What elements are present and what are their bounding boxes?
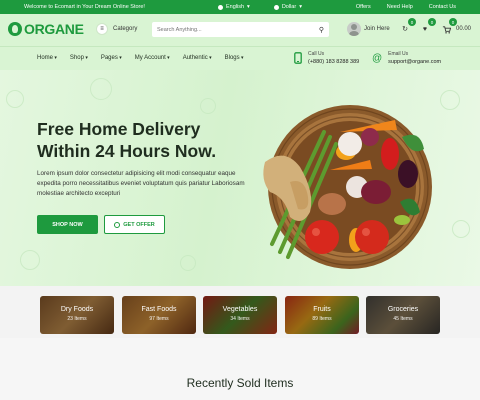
dollar-icon	[273, 4, 279, 10]
nav-shop[interactable]: Shop	[70, 55, 88, 61]
category-name: Vegetables	[222, 306, 258, 313]
category-card-fast-foods[interactable]: Fast Foods 97 Items	[122, 296, 196, 334]
category-count: 89 Items	[312, 316, 332, 322]
cart-badge: 0	[449, 18, 457, 26]
compare-icon[interactable]: ↻ 0	[399, 18, 416, 35]
category-card-dry-foods[interactable]: Dry Foods 23 Items	[40, 296, 114, 334]
category-count: 97 Items	[149, 316, 169, 322]
hero-title: Free Home Delivery Within 24 Hours Now.	[37, 119, 217, 161]
cart-icon[interactable]: 0	[440, 18, 457, 35]
nav-my-account[interactable]: My Account	[135, 55, 170, 61]
recently-sold-section: Recently Sold Items	[0, 338, 480, 400]
category-name: Fruits	[313, 306, 331, 313]
top-bar: Welcome to Ecomart in Your Dream Online …	[0, 0, 480, 14]
category-card-fruits[interactable]: Fruits 89 Items	[285, 296, 359, 334]
wishlist-badge: 0	[428, 18, 436, 26]
decor-doodle	[6, 90, 24, 108]
decor-doodle	[20, 250, 40, 270]
call-info[interactable]: Call Us (+880) 183 8288 389	[294, 51, 359, 65]
search-input[interactable]	[157, 26, 319, 33]
category-count: 34 Items	[230, 316, 250, 322]
nav-authentic[interactable]: Authentic	[183, 55, 212, 61]
decor-doodle	[180, 255, 196, 271]
main-header: ORGANE ≡ Category ⚲ Join Here ↻0 ♥0 0 00…	[0, 14, 480, 46]
vegetable-basket-image	[263, 105, 432, 269]
main-nav: Home Shop Pages My Account Authentic Blo…	[0, 46, 480, 70]
wishlist-icon[interactable]: ♥ 0	[419, 18, 436, 35]
need-help-link[interactable]: Need Help	[387, 4, 413, 10]
contact-us-link[interactable]: Contact Us	[429, 4, 456, 10]
nav-blogs[interactable]: Blogs	[225, 55, 244, 61]
compare-badge: 0	[408, 18, 416, 26]
menu-icon: ≡	[96, 23, 108, 35]
category-count: 45 Items	[393, 316, 413, 322]
decor-doodle	[200, 98, 216, 114]
currency-select[interactable]: Dollar ▾	[273, 4, 302, 10]
hero-description: Lorem ipsum dolor consectetur adipisicin…	[37, 170, 245, 197]
gift-icon	[114, 221, 121, 228]
leaf-logo-icon	[8, 22, 22, 36]
cart-total: 00.00	[456, 26, 472, 32]
search-bar: ⚲	[152, 22, 329, 37]
nav-home[interactable]: Home	[37, 55, 57, 61]
shop-now-button[interactable]: SHOP NOW	[37, 215, 98, 234]
category-card-vegetables[interactable]: Vegetables 34 Items	[203, 296, 277, 334]
join-button[interactable]: Join Here	[347, 22, 390, 36]
category-name: Groceries	[387, 306, 419, 313]
search-icon[interactable]: ⚲	[319, 26, 324, 34]
decor-doodle	[90, 78, 112, 100]
avatar	[347, 22, 361, 36]
get-offer-button[interactable]: GET OFFER	[104, 215, 165, 234]
offers-link[interactable]: Offers	[356, 4, 371, 10]
category-card-groceries[interactable]: Groceries 45 Items	[366, 296, 440, 334]
language-select[interactable]: English ▾	[218, 4, 250, 10]
category-strip: Dry Foods 23 Items Fast Foods 97 Items V…	[0, 286, 480, 338]
decor-doodle	[440, 90, 460, 110]
category-name: Dry Foods	[60, 306, 94, 313]
logo[interactable]: ORGANE	[8, 21, 84, 37]
category-button[interactable]: ≡ Category	[96, 23, 137, 35]
email-info[interactable]: @ Email Us support@organe.com	[372, 51, 441, 65]
category-count: 23 Items	[67, 316, 87, 322]
nav-pages[interactable]: Pages	[101, 55, 122, 61]
globe-icon	[218, 4, 223, 10]
category-name: Fast Foods	[141, 306, 177, 313]
at-icon: @	[372, 52, 383, 64]
hero-banner: Free Home Delivery Within 24 Hours Now. …	[0, 70, 480, 286]
section-title: Recently Sold Items	[186, 376, 294, 390]
phone-icon	[294, 52, 302, 64]
decor-doodle	[452, 220, 470, 238]
